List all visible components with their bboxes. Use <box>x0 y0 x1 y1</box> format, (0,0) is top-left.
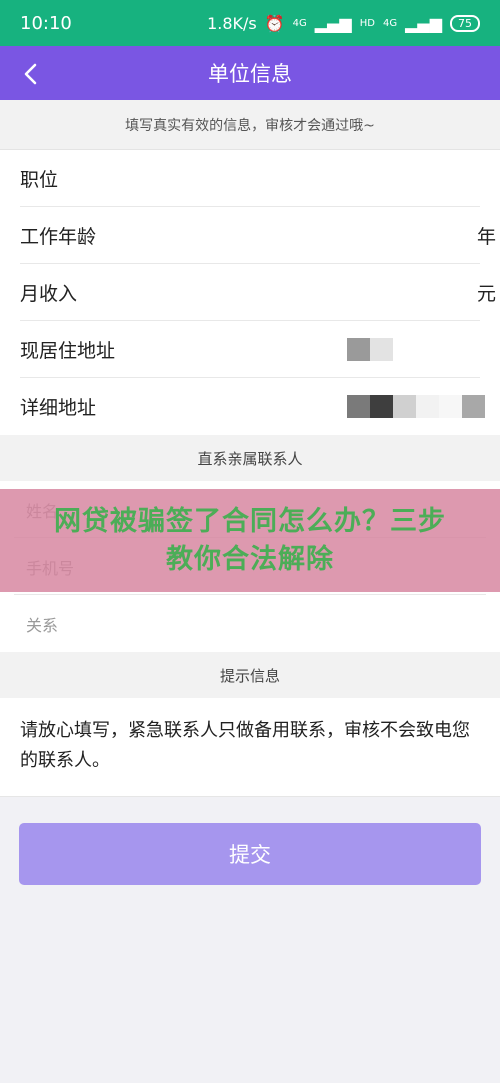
submit-button[interactable]: 提交 <box>19 823 481 885</box>
redacted-mosaic <box>347 338 393 361</box>
work-years-field[interactable]: 工作年龄 年 <box>0 207 500 264</box>
contact-relation-input[interactable]: 关系 <box>0 595 500 652</box>
income-field[interactable]: 月收入 元 <box>0 264 500 321</box>
status-indicators: 1.8K/s ⏰ 4G ▂▄▆ HD 4G ▂▄▆ 75 <box>207 14 480 33</box>
income-label: 月收入 <box>20 283 78 305</box>
position-label: 职位 <box>20 169 59 191</box>
contact-name-input[interactable]: 姓名 <box>0 481 500 538</box>
status-time: 10:10 <box>20 12 72 34</box>
current-address-label: 现居住地址 <box>20 340 116 362</box>
contacts-form: 姓名 手机号 关系 <box>0 481 500 652</box>
detail-address-label: 详细地址 <box>20 397 97 419</box>
work-years-label: 工作年龄 <box>20 226 97 248</box>
alarm-icon: ⏰ <box>264 13 285 33</box>
current-address-field[interactable]: 现居住地址 <box>0 321 500 378</box>
submit-area: 提交 <box>0 797 500 885</box>
contact-phone-input[interactable]: 手机号 <box>0 538 500 595</box>
battery-icon: 75 <box>450 14 480 32</box>
tips-section-title: 提示信息 <box>0 652 500 698</box>
income-unit: 元 <box>476 283 496 305</box>
page-title: 单位信息 <box>208 62 292 86</box>
network-speed: 1.8K/s <box>207 13 257 33</box>
redacted-mosaic-2 <box>347 395 485 418</box>
unit-info-form: 职位 工作年龄 年 月收入 元 现居住地址 详细地址 <box>0 150 500 435</box>
status-bar: 10:10 1.8K/s ⏰ 4G ▂▄▆ HD 4G ▂▄▆ 75 <box>0 0 500 46</box>
tips-content: 请放心填写，紧急联系人只做备用联系，审核不会致电您的联系人。 <box>0 698 500 797</box>
detail-address-field[interactable]: 详细地址 <box>0 378 500 435</box>
signal-icon-2: ▂▄▆ <box>405 13 442 33</box>
notice-banner: 填写真实有效的信息，审核才会通过哦~ <box>0 100 500 150</box>
position-field[interactable]: 职位 <box>0 150 500 207</box>
network-type-2: HD <box>359 17 375 29</box>
app-header: 单位信息 <box>0 46 500 100</box>
contacts-section-title: 直系亲属联系人 <box>0 435 500 481</box>
work-years-unit: 年 <box>476 226 496 248</box>
back-arrow-icon[interactable] <box>16 59 46 89</box>
network-type-1: 4G <box>292 17 307 29</box>
network-type-3: 4G <box>382 17 398 29</box>
signal-icon: ▂▄▆ <box>314 13 352 33</box>
